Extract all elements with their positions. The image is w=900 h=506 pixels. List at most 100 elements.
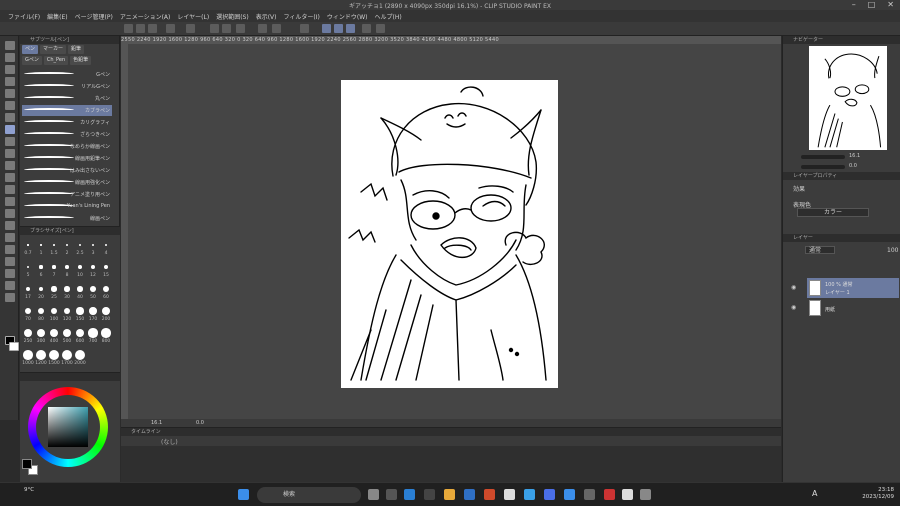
pen-tool-icon[interactable] bbox=[5, 125, 15, 134]
tab-chpen[interactable]: Ch_Pen bbox=[43, 56, 69, 65]
brush-item[interactable]: 線画用強化ペン bbox=[22, 177, 112, 188]
menu-selection[interactable]: 選択範囲(S) bbox=[216, 12, 249, 21]
brush-size-option[interactable] bbox=[50, 307, 58, 315]
menu-layer[interactable]: レイヤー(L) bbox=[177, 12, 209, 21]
clear-icon[interactable] bbox=[186, 24, 195, 33]
chrome-icon[interactable] bbox=[564, 489, 575, 500]
frame-border-icon[interactable] bbox=[5, 245, 15, 254]
brush-size-option[interactable] bbox=[49, 350, 59, 360]
menu-edit[interactable]: 編集(E) bbox=[47, 12, 67, 21]
brush-size-option[interactable] bbox=[24, 329, 32, 337]
brush-size-option[interactable] bbox=[53, 244, 55, 246]
brush-size-option[interactable] bbox=[103, 264, 109, 270]
deselect-icon[interactable] bbox=[300, 24, 309, 33]
brush-item[interactable]: Gペン bbox=[22, 69, 112, 80]
brush-size-option[interactable] bbox=[38, 286, 44, 292]
gradient-icon[interactable] bbox=[5, 221, 15, 230]
sub-color-swatch[interactable] bbox=[9, 342, 19, 351]
undo-icon[interactable] bbox=[210, 24, 219, 33]
brush-size-option[interactable] bbox=[39, 265, 43, 269]
snap-grid-icon[interactable] bbox=[346, 24, 355, 33]
navigator-preview[interactable] bbox=[809, 46, 887, 150]
navigator-angle[interactable]: 0.0 bbox=[849, 163, 857, 169]
widgets-icon[interactable] bbox=[386, 489, 397, 500]
eye-icon[interactable]: ◉ bbox=[791, 284, 796, 291]
open-file-icon[interactable] bbox=[136, 24, 145, 33]
correct-line-icon[interactable] bbox=[5, 293, 15, 302]
task-view-icon[interactable] bbox=[368, 489, 379, 500]
move-layer-icon[interactable] bbox=[5, 77, 15, 86]
maximize-button[interactable]: □ bbox=[868, 0, 876, 10]
brush-size-option[interactable] bbox=[49, 328, 59, 338]
menu-animation[interactable]: アニメーション(A) bbox=[120, 12, 171, 21]
edge-icon[interactable] bbox=[404, 489, 415, 500]
airbrush-icon[interactable] bbox=[5, 161, 15, 170]
music-icon[interactable] bbox=[604, 489, 615, 500]
layer-opacity[interactable]: 100 bbox=[887, 247, 898, 254]
brush-size-option[interactable] bbox=[40, 244, 42, 246]
balloon-icon[interactable] bbox=[5, 281, 15, 290]
brush-item[interactable]: なめらか線画ペン bbox=[22, 141, 112, 152]
zoom-slider[interactable] bbox=[801, 155, 845, 159]
brush-item[interactable]: 線画用鉛筆ペン bbox=[22, 153, 112, 164]
brush-size-option[interactable] bbox=[75, 350, 85, 360]
brush-item[interactable]: リアルGペン bbox=[22, 81, 112, 92]
brush-item[interactable]: アニメ塗り用ペン bbox=[22, 189, 112, 200]
start-icon[interactable] bbox=[238, 489, 249, 500]
brush-item[interactable]: カリグラフィ bbox=[22, 117, 112, 128]
clip-studio-icon[interactable] bbox=[622, 489, 633, 500]
menu-help[interactable]: ヘルプ(H) bbox=[374, 12, 401, 21]
fill-icon[interactable] bbox=[258, 24, 267, 33]
layer-row[interactable]: 用紙 bbox=[807, 298, 899, 318]
figure-icon[interactable] bbox=[5, 233, 15, 242]
canvas-zoom-value[interactable]: 16.1 bbox=[151, 420, 162, 426]
brush-size-option[interactable] bbox=[36, 350, 46, 360]
grid-icon[interactable] bbox=[362, 24, 371, 33]
brush-size-option[interactable] bbox=[101, 328, 111, 338]
text-tool-icon[interactable] bbox=[5, 269, 15, 278]
new-file-icon[interactable] bbox=[124, 24, 133, 33]
brush-size-option[interactable] bbox=[63, 307, 71, 315]
zoom-tool-icon[interactable] bbox=[5, 41, 15, 50]
weather-widget[interactable]: 9°C bbox=[24, 487, 34, 494]
brush-size-option[interactable] bbox=[37, 307, 45, 315]
brush-size-option[interactable] bbox=[90, 286, 96, 292]
ruler-icon[interactable] bbox=[5, 257, 15, 266]
menu-window[interactable]: ウィンドウ(W) bbox=[327, 12, 368, 21]
brush-size-option[interactable] bbox=[75, 328, 85, 338]
ime-indicator[interactable]: A bbox=[812, 489, 817, 498]
brush-size-option[interactable] bbox=[90, 264, 96, 270]
brush-size-option[interactable] bbox=[62, 328, 72, 338]
tab-colored-pencil[interactable]: 色鉛筆 bbox=[70, 56, 92, 65]
layer-row[interactable]: 100 % 通常 レイヤー 1 bbox=[807, 278, 899, 298]
brush-item[interactable]: 丸ペン bbox=[22, 93, 112, 104]
brush-size-option[interactable] bbox=[91, 243, 95, 247]
settings-app-icon[interactable] bbox=[584, 489, 595, 500]
brush-size-option[interactable] bbox=[62, 350, 72, 360]
main-color-swatch[interactable] bbox=[22, 459, 32, 469]
brush-size-option[interactable] bbox=[89, 307, 97, 315]
brush-size-option[interactable] bbox=[104, 243, 108, 247]
hand-tool-icon[interactable] bbox=[5, 53, 15, 62]
taskbar-search[interactable]: 検索 bbox=[257, 487, 361, 503]
brush-item[interactable]: ざらつきペン bbox=[22, 129, 112, 140]
file-explorer-icon[interactable] bbox=[444, 489, 455, 500]
brush-size-option[interactable] bbox=[36, 328, 46, 338]
navigator-zoom[interactable]: 16.1 bbox=[849, 153, 860, 159]
menu-filter[interactable]: フィルター(I) bbox=[284, 12, 320, 21]
brush-size-option[interactable] bbox=[52, 265, 56, 269]
operation-tool-icon[interactable] bbox=[5, 65, 15, 74]
timeline-name[interactable]: (なし) bbox=[161, 437, 178, 446]
menu-page[interactable]: ページ管理(P) bbox=[75, 12, 113, 21]
pencil-tool-icon[interactable] bbox=[5, 137, 15, 146]
brush-size-option[interactable] bbox=[26, 265, 30, 269]
brush-size-option[interactable] bbox=[77, 286, 83, 292]
brush-size-option[interactable] bbox=[65, 265, 69, 269]
brush-size-option[interactable] bbox=[64, 286, 70, 292]
blend-icon[interactable] bbox=[5, 197, 15, 206]
brush-size-option[interactable] bbox=[24, 307, 32, 315]
audio-app-icon[interactable] bbox=[524, 489, 535, 500]
timeline-track[interactable] bbox=[121, 446, 781, 483]
brush-size-option[interactable] bbox=[88, 328, 98, 338]
brush-item[interactable]: 線画ペン bbox=[22, 213, 112, 224]
